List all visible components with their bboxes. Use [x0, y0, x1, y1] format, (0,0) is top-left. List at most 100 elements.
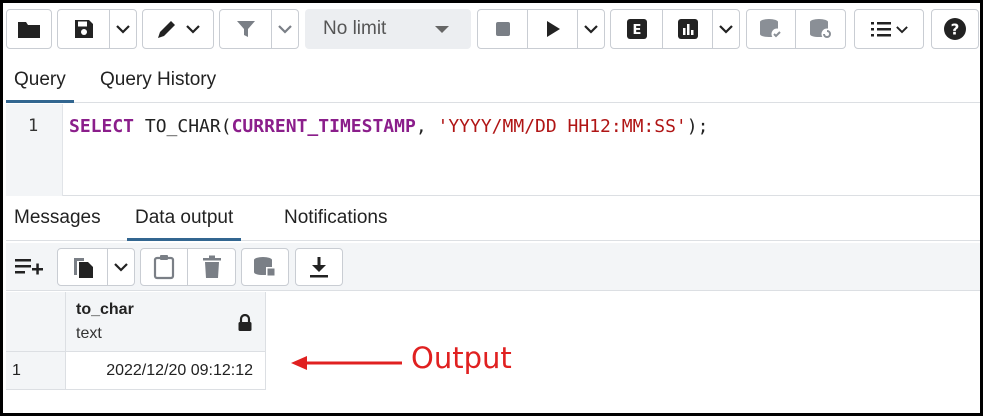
download-icon	[310, 257, 328, 278]
commit-button[interactable]	[747, 10, 796, 48]
execute-group	[477, 9, 605, 49]
lock-icon	[238, 314, 252, 331]
annotation-arrow-icon	[291, 356, 402, 370]
help-button[interactable]: ?	[932, 10, 978, 48]
chevron-down-icon	[186, 25, 200, 34]
tab-messages[interactable]: Messages	[6, 199, 109, 241]
query-tabs: Query Query History	[6, 61, 980, 103]
filter-options-dropdown[interactable]	[272, 10, 298, 48]
tab-notifications[interactable]: Notifications	[276, 199, 396, 241]
caret-down-icon	[435, 26, 449, 33]
edit-pencil-icon	[158, 21, 175, 38]
stop-button[interactable]	[478, 10, 528, 48]
annotation-label: Output	[411, 341, 512, 375]
stop-icon	[495, 22, 510, 36]
chevron-down-icon	[116, 25, 130, 34]
copy-options-dropdown[interactable]	[108, 249, 134, 285]
play-icon	[546, 21, 560, 37]
editor-gutter: 1	[6, 104, 63, 196]
tab-query-label: Query	[14, 69, 66, 90]
filter-button[interactable]	[220, 10, 272, 48]
chevron-down-icon	[114, 263, 128, 272]
svg-text:?: ?	[951, 21, 960, 39]
tab-query-history[interactable]: Query History	[92, 61, 224, 103]
explain-icon: E	[626, 19, 647, 39]
save-data-icon	[254, 257, 276, 277]
grid-corner[interactable]	[6, 292, 66, 352]
output-toolbar	[6, 243, 980, 291]
row-limit-select[interactable]: No limit	[305, 9, 471, 49]
chevron-down-icon	[584, 25, 598, 34]
svg-text:E: E	[632, 23, 641, 38]
explain-analyze-button[interactable]	[663, 10, 713, 48]
tab-query-history-label: Query History	[100, 69, 217, 90]
help-group: ?	[931, 9, 979, 49]
download-group	[295, 248, 343, 286]
open-file-button[interactable]	[7, 10, 51, 48]
code-line[interactable]: SELECT TO_CHAR(CURRENT_TIMESTAMP, 'YYYY/…	[69, 116, 708, 137]
save-data-button[interactable]	[242, 249, 288, 285]
paste-button[interactable]	[141, 249, 188, 285]
paste-icon	[153, 255, 175, 280]
save-data-group	[241, 248, 289, 286]
tab-notifications-label: Notifications	[284, 207, 388, 228]
function-call: TO_CHAR(	[134, 116, 232, 137]
tab-messages-label: Messages	[14, 207, 101, 228]
keyword-current-timestamp: CURRENT_TIMESTAMP	[231, 116, 416, 137]
row-limit-value: No limit	[323, 18, 387, 39]
line-number: 1	[28, 116, 39, 136]
keyword-select: SELECT	[69, 116, 135, 137]
execute-button[interactable]	[528, 10, 578, 48]
column-name: to_char	[76, 301, 134, 318]
delete-row-button[interactable]	[188, 249, 235, 285]
transaction-group	[746, 9, 846, 49]
save-options-dropdown[interactable]	[110, 10, 136, 48]
copy-group	[57, 248, 135, 286]
chevron-down-icon	[278, 25, 292, 34]
macros-button[interactable]	[855, 10, 923, 48]
table-cell[interactable]: 2022/12/20 09:12:12	[66, 352, 266, 390]
help-icon: ?	[944, 18, 966, 40]
tab-data-output-label: Data output	[135, 207, 234, 228]
edit-button[interactable]	[143, 10, 213, 48]
chevron-down-icon	[896, 25, 908, 33]
edit-group	[142, 9, 214, 49]
copy-icon	[73, 258, 93, 278]
tab-query[interactable]: Query	[6, 61, 74, 103]
download-button[interactable]	[296, 249, 342, 285]
app-window: No limit E ? Query Query History 1 SELEC…	[0, 0, 983, 416]
output-tabs: Messages Data output Notifications	[6, 199, 980, 241]
trash-icon	[202, 255, 221, 278]
column-header[interactable]: to_char text	[66, 292, 266, 352]
save-button[interactable]	[58, 10, 110, 48]
explain-group: E	[610, 9, 740, 49]
save-icon	[74, 20, 93, 38]
tab-data-output[interactable]: Data output	[127, 199, 242, 241]
explain-button[interactable]: E	[611, 10, 663, 48]
sql-editor[interactable]: 1 SELECT TO_CHAR(CURRENT_TIMESTAMP, 'YYY…	[6, 104, 980, 196]
save-group	[57, 9, 137, 49]
rollback-button[interactable]	[796, 10, 845, 48]
paste-delete-group	[140, 248, 236, 286]
add-row-icon	[15, 259, 43, 275]
rollback-icon	[809, 19, 832, 40]
explain-analyze-icon	[677, 19, 698, 39]
macros-group	[854, 9, 924, 49]
copy-button[interactable]	[58, 249, 108, 285]
format-string: 'YYYY/MM/DD HH12:MM:SS'	[437, 116, 687, 137]
execute-options-dropdown[interactable]	[578, 10, 604, 48]
commit-icon	[760, 19, 783, 40]
add-row-button[interactable]	[6, 248, 52, 284]
file-group	[6, 9, 52, 49]
macros-icon	[871, 22, 891, 37]
explain-options-dropdown[interactable]	[713, 10, 739, 48]
filter-icon	[236, 21, 255, 37]
query-toolbar: No limit E ?	[6, 9, 980, 53]
chevron-down-icon	[719, 25, 733, 34]
statement-end: );	[686, 116, 709, 137]
column-type: text	[76, 325, 102, 342]
filter-group	[219, 9, 299, 49]
row-number[interactable]: 1	[6, 352, 66, 390]
separator: ,	[415, 116, 438, 137]
folder-icon	[18, 22, 40, 38]
